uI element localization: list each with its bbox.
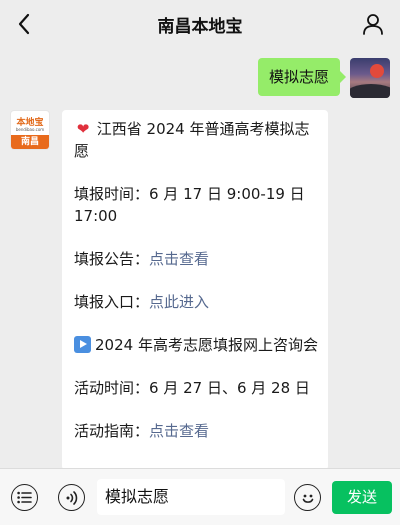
account-message-row: 本地宝 bendibao.com 南昌 ❤ 江西省 2024 年普通高考模拟志愿… <box>10 110 328 470</box>
chevron-left-icon <box>18 13 30 35</box>
chat-header: 南昌本地宝 <box>0 0 400 48</box>
entry-label: 填报入口： <box>74 293 150 311</box>
emoji-icon <box>302 494 313 503</box>
notice-label: 填报公告： <box>74 250 150 268</box>
play-icon <box>74 336 91 353</box>
activity-time-label: 活动时间： <box>74 379 150 397</box>
activity-time-value: 6 月 27 日、6 月 28 日 <box>149 379 310 397</box>
avatar-moon-shape <box>370 64 384 78</box>
time-label: 填报时间： <box>74 185 150 203</box>
section1-title-line: ❤ 江西省 2024 年普通高考模拟志愿 <box>74 118 318 162</box>
list-icon <box>17 491 32 504</box>
my-avatar[interactable] <box>350 58 390 98</box>
chat-info-button[interactable] <box>360 11 386 37</box>
notice-link[interactable]: 点击查看 <box>149 250 209 268</box>
send-button[interactable]: 发送 <box>332 481 392 514</box>
account-avatar[interactable]: 本地宝 bendibao.com 南昌 <box>10 110 50 150</box>
composer-bar: 模拟志愿 发送 <box>0 468 400 525</box>
my-message-bubble[interactable]: 模拟志愿 <box>257 58 347 96</box>
section1-title: 江西省 2024 年普通高考模拟志愿 <box>74 120 310 160</box>
heart-icon: ❤ <box>76 120 90 138</box>
menu-toggle-button[interactable] <box>11 484 38 511</box>
back-button[interactable] <box>10 10 38 38</box>
guide-link[interactable]: 点击查看 <box>149 422 209 440</box>
avatar-logo-city: 南昌 <box>11 135 49 149</box>
time-line: 填报时间：6 月 17 日 9:00-19 日 17:00 <box>74 183 318 227</box>
guide-line: 活动指南：点击查看 <box>74 420 318 442</box>
activity-time-line: 活动时间：6 月 27 日、6 月 28 日 <box>74 377 318 399</box>
section2-title-line: 2024 年高考志愿填报网上咨询会 <box>74 334 318 356</box>
voice-button[interactable] <box>58 484 85 511</box>
chat-title: 南昌本地宝 <box>157 16 243 37</box>
section2-title: 2024 年高考志愿填报网上咨询会 <box>95 336 318 354</box>
avatar-hill-shape <box>350 84 390 98</box>
account-message-bubble: ❤ 江西省 2024 年普通高考模拟志愿 填报时间：6 月 17 日 9:00-… <box>62 110 328 470</box>
my-message-row: 模拟志愿 <box>257 58 390 98</box>
person-icon <box>363 14 383 35</box>
voice-icon <box>66 490 77 505</box>
entry-link[interactable]: 点此进入 <box>149 293 209 311</box>
emoji-button[interactable] <box>294 484 321 511</box>
chat-area[interactable]: 模拟志愿 本地宝 bendibao.com 南昌 ❤ 江西省 2024 年普通高… <box>0 48 400 470</box>
avatar-logo-url: bendibao.com <box>15 127 45 132</box>
message-input[interactable]: 模拟志愿 <box>97 479 285 515</box>
entry-line: 填报入口：点此进入 <box>74 291 318 313</box>
notice-line: 填报公告：点击查看 <box>74 248 318 270</box>
guide-label: 活动指南： <box>74 422 150 440</box>
